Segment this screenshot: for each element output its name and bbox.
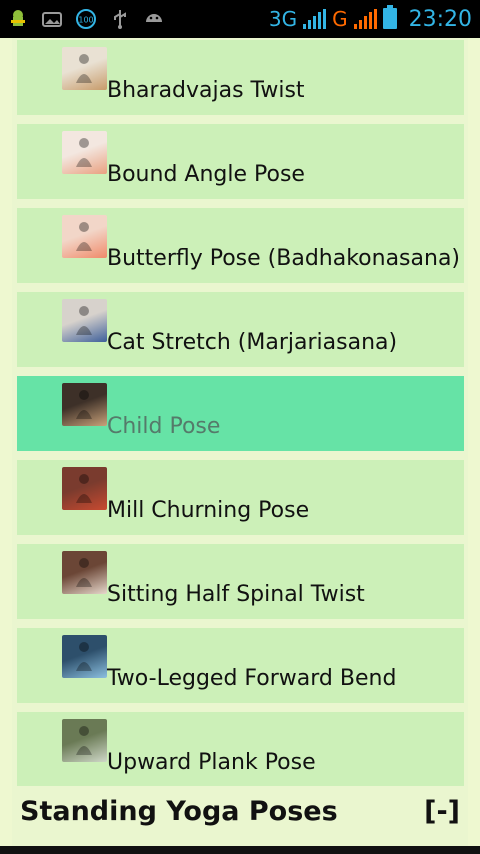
- image-icon: [40, 7, 64, 31]
- signal-strength-icon-2: [353, 9, 377, 29]
- yoga-pose-thumbnail: [62, 467, 107, 510]
- list-item[interactable]: Bound Angle Pose: [17, 124, 464, 199]
- list-item-label: Bharadvajas Twist: [107, 78, 305, 103]
- app-content: Bharadvajas Twist Bound Angle Pose Butterf…: [0, 38, 480, 854]
- android-icon: [142, 7, 166, 31]
- list-item-label: Sitting Half Spinal Twist: [107, 582, 365, 607]
- list-item-label: Bound Angle Pose: [107, 162, 305, 187]
- yoga-pose-thumbnail: [62, 131, 107, 174]
- status-bar-notification-icons: 100: [6, 0, 166, 38]
- section-title: Standing Yoga Poses: [20, 796, 338, 827]
- list-item-label: Cat Stretch (Marjariasana): [107, 330, 398, 355]
- yoga-pose-thumbnail: [62, 215, 107, 258]
- list-item-label: Two-Legged Forward Bend: [107, 666, 397, 691]
- bottom-edge: [0, 846, 480, 854]
- status-bar: 100 3G G 23:20: [0, 0, 480, 38]
- list-item[interactable]: Upward Plank Pose: [17, 712, 464, 787]
- list-item[interactable]: Sitting Half Spinal Twist: [17, 544, 464, 619]
- usb-icon: [108, 7, 132, 31]
- yoga-pose-thumbnail: [62, 635, 107, 678]
- list-item-label: Butterfly Pose (Badhakonasana): [107, 246, 461, 271]
- yoga-pose-thumbnail: [62, 383, 107, 426]
- list-item-label: Mill Churning Pose: [107, 498, 310, 523]
- network-g-label: G: [332, 7, 348, 31]
- yoga-pose-thumbnail: [62, 47, 107, 90]
- battery-100-icon: 100: [74, 7, 98, 31]
- list-item[interactable]: Two-Legged Forward Bend: [17, 628, 464, 703]
- collapse-toggle[interactable]: [-]: [424, 796, 460, 827]
- list-item[interactable]: Cat Stretch (Marjariasana): [17, 292, 464, 367]
- signal-strength-icon: [303, 9, 327, 29]
- yoga-pose-thumbnail: [62, 299, 107, 342]
- list-item[interactable]: Bharadvajas Twist: [17, 40, 464, 115]
- network-3g-label: 3G: [268, 7, 298, 31]
- status-bar-system-icons: 3G G 23:20: [269, 0, 472, 38]
- svg-text:100: 100: [78, 16, 93, 25]
- clock: 23:20: [408, 6, 472, 32]
- yoga-pose-thumbnail: [62, 719, 107, 762]
- list-item-label: Upward Plank Pose: [107, 750, 316, 775]
- expanded-group-panel: Bharadvajas Twist Bound Angle Pose Butterf…: [12, 38, 468, 846]
- list-item[interactable]: Butterfly Pose (Badhakonasana): [17, 208, 464, 283]
- android-debug-icon: [6, 7, 30, 31]
- list-item[interactable]: Child Pose: [17, 376, 464, 451]
- battery-icon: [382, 5, 397, 33]
- list-item[interactable]: Mill Churning Pose: [17, 460, 464, 535]
- list-item-label: Child Pose: [107, 414, 221, 439]
- yoga-pose-thumbnail: [62, 551, 107, 594]
- section-header-standing-poses[interactable]: Standing Yoga Poses [-]: [12, 786, 468, 840]
